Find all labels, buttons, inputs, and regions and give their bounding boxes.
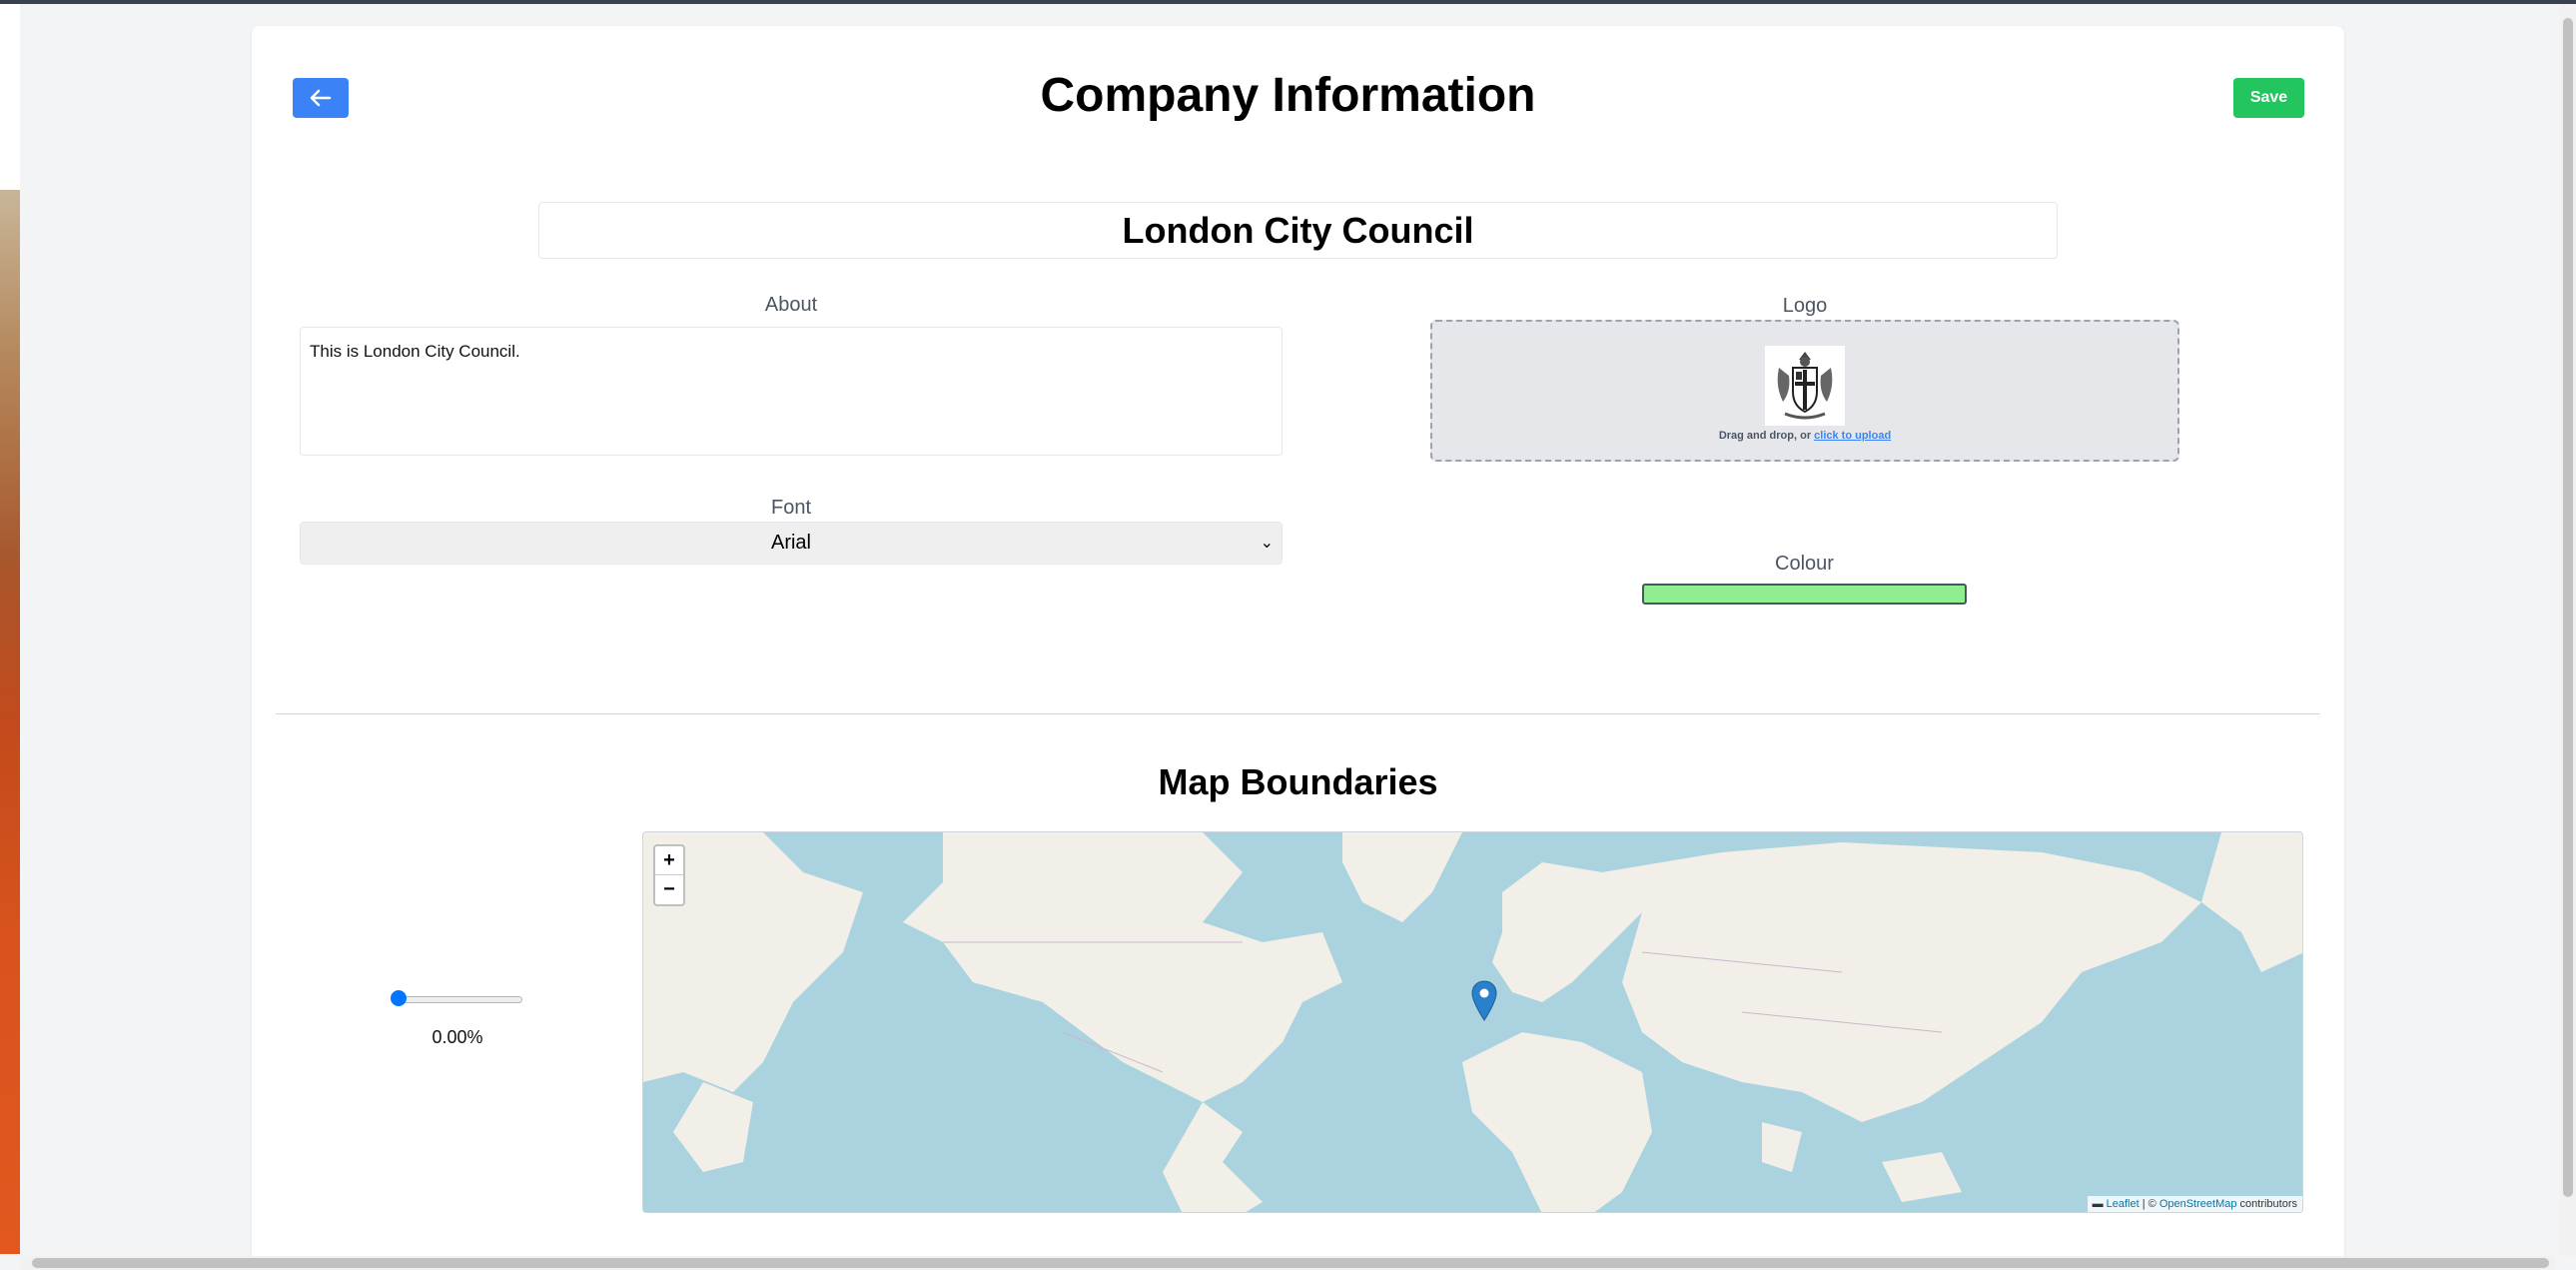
map-attribution: ▬ Leaflet | © OpenStreetMap contributors (2087, 1196, 2302, 1212)
zoom-control: + − (653, 844, 685, 906)
map-marker-icon[interactable] (1471, 980, 1497, 1022)
section-divider (276, 713, 2320, 714)
zoom-out-button[interactable]: − (655, 875, 683, 904)
map-view[interactable]: + − ▬ Leaflet | © OpenStreetMap contribu… (642, 831, 2303, 1213)
font-select[interactable]: Arial ⌄ (300, 522, 1283, 565)
leaflet-link[interactable]: Leaflet (2107, 1198, 2140, 1210)
chevron-down-icon: ⌄ (1260, 535, 1274, 552)
save-button[interactable]: Save (2233, 78, 2304, 118)
attribution-separator: | © (2139, 1198, 2159, 1210)
horizontal-scrollbar[interactable] (20, 1256, 2556, 1270)
slider-track (393, 996, 522, 1003)
window-top-bar (0, 0, 2576, 4)
openstreetmap-link[interactable]: OpenStreetMap (2159, 1198, 2237, 1210)
boundary-slider[interactable] (391, 989, 522, 1009)
zoom-in-button[interactable]: + (655, 846, 683, 875)
logo-label: Logo (1782, 295, 1828, 317)
slider-value-label: 0.00% (431, 1027, 483, 1047)
world-map-tiles (643, 832, 2302, 1212)
attribution-suffix: contributors (2236, 1198, 2297, 1210)
colour-label: Colour (1775, 553, 1834, 575)
click-to-upload-link[interactable]: click to upload (1814, 430, 1891, 442)
vertical-scrollbar[interactable] (2560, 4, 2576, 1256)
font-label: Font (770, 497, 812, 519)
company-name-field[interactable]: London City Council (538, 202, 2058, 259)
vertical-scrollbar-thumb[interactable] (2563, 18, 2573, 1197)
map-section-title: Map Boundaries (1158, 761, 1438, 802)
about-textarea[interactable]: This is London City Council. (300, 327, 1283, 456)
horizontal-scrollbar-thumb[interactable] (32, 1258, 2549, 1268)
coat-of-arms-logo (1765, 346, 1845, 426)
logo-upload-hint: Drag and drop, or click to upload (1432, 430, 2177, 442)
colour-picker[interactable] (1642, 584, 1967, 605)
font-selected-value: Arial (770, 532, 811, 554)
logo-dropzone[interactable]: Drag and drop, or click to upload (1430, 320, 2179, 462)
flag-icon: ▬ (2092, 1198, 2104, 1210)
page-title: Company Information (1040, 69, 1536, 122)
logo-drop-text: Drag and drop, or (1718, 430, 1815, 442)
background-image-strip (0, 190, 20, 1254)
slider-thumb[interactable] (391, 990, 407, 1006)
about-label: About (764, 294, 818, 316)
